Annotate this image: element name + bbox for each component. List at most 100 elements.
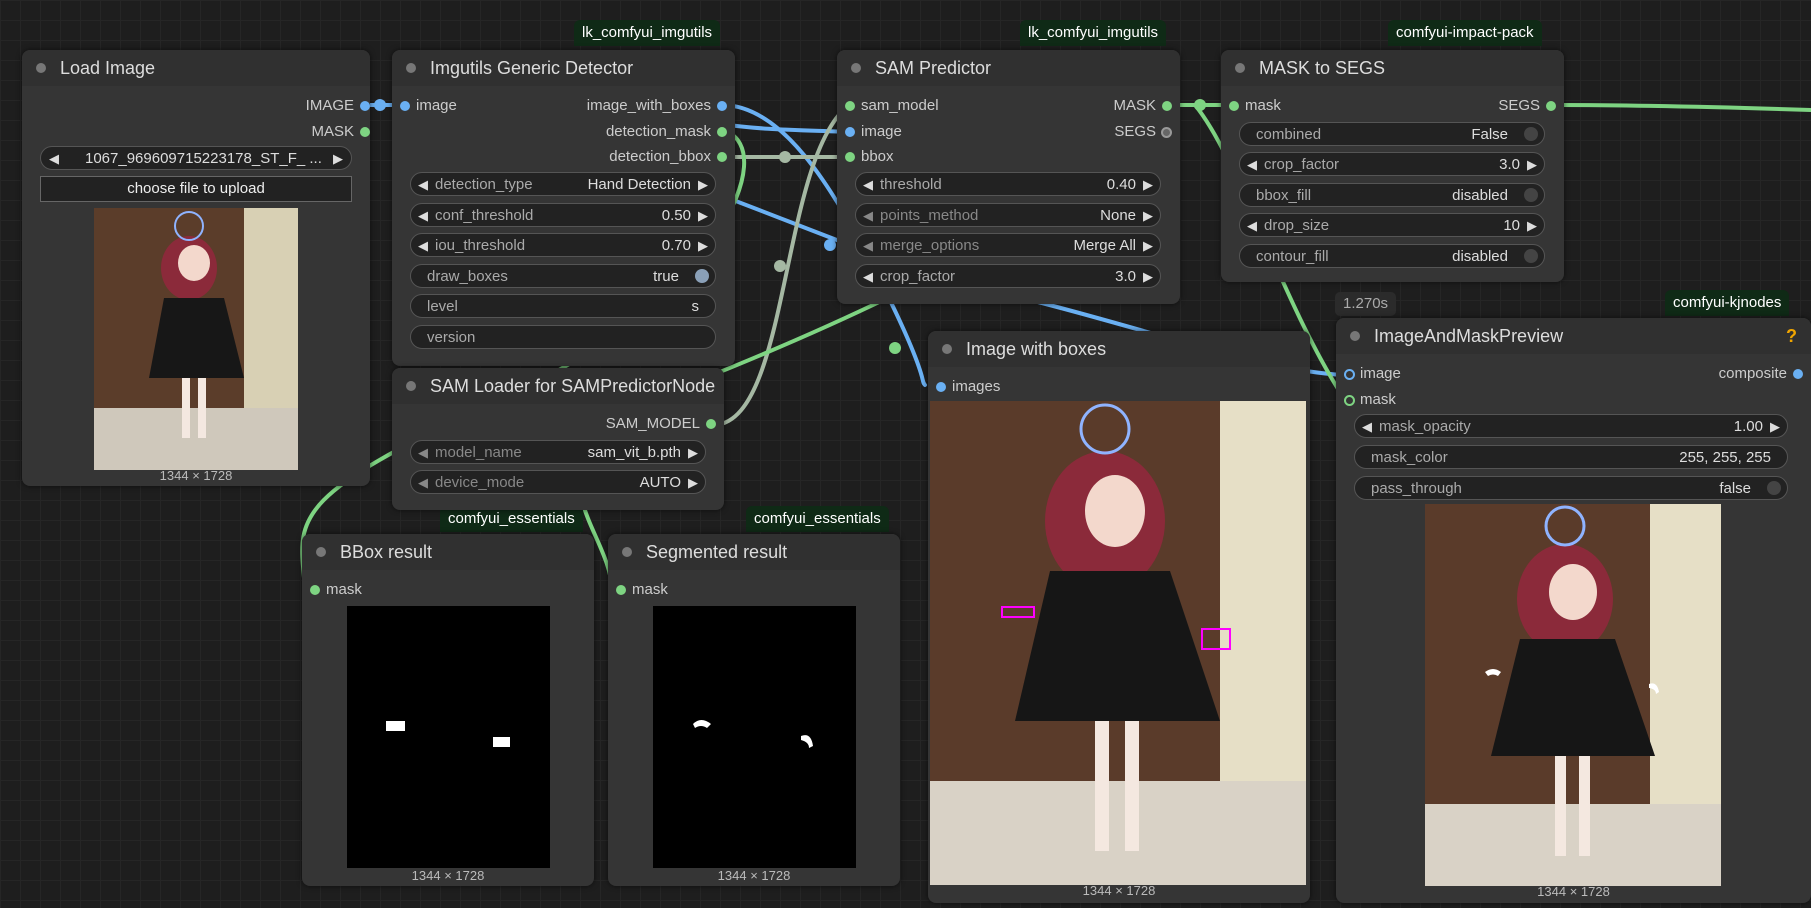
- node-title[interactable]: Segmented result: [608, 534, 900, 570]
- arrow-left-icon[interactable]: ◀: [1247, 153, 1257, 177]
- collapse-dot-icon[interactable]: [36, 63, 46, 73]
- bbox-fill-toggle[interactable]: bbox_fill disabled: [1239, 183, 1545, 207]
- port-dot-icon[interactable]: [1344, 369, 1355, 380]
- image-with-boxes-node[interactable]: Image with boxes images 1344 × 1728: [928, 331, 1310, 903]
- port-dot-icon[interactable]: [1546, 101, 1556, 111]
- arrow-right-icon[interactable]: ▶: [698, 234, 708, 258]
- port-dot-icon[interactable]: [360, 101, 370, 111]
- load-image-node[interactable]: Load Image IMAGE MASK ◀ 1067_96960971522…: [22, 50, 370, 486]
- help-icon[interactable]: ?: [1786, 318, 1797, 354]
- threshold-number[interactable]: ◀ threshold 0.40 ▶: [855, 172, 1161, 196]
- toggle-knob-icon[interactable]: [1767, 481, 1781, 495]
- arrow-right-icon[interactable]: ▶: [698, 173, 708, 197]
- arrow-left-icon[interactable]: ◀: [418, 204, 428, 228]
- port-dot-icon[interactable]: [1793, 369, 1803, 379]
- collapse-dot-icon[interactable]: [316, 547, 326, 557]
- arrow-right-icon[interactable]: ▶: [1143, 204, 1153, 228]
- sam-predictor-node[interactable]: SAM Predictor sam_model image bbox MASK …: [837, 50, 1180, 304]
- port-dot-icon[interactable]: [717, 152, 727, 162]
- port-dot-icon[interactable]: [1161, 127, 1172, 138]
- draw-boxes-toggle[interactable]: draw_boxes true: [410, 264, 716, 288]
- port-dot-icon[interactable]: [360, 127, 370, 137]
- level-text[interactable]: level s: [410, 294, 716, 318]
- output-segs[interactable]: SEGS: [1420, 96, 1556, 116]
- arrow-right-icon[interactable]: ▶: [698, 204, 708, 228]
- port-dot-icon[interactable]: [706, 419, 716, 429]
- output-image-with-boxes[interactable]: image_with_boxes: [511, 96, 727, 116]
- arrow-left-icon[interactable]: ◀: [49, 147, 59, 171]
- arrow-left-icon[interactable]: ◀: [863, 234, 873, 258]
- output-sam-model[interactable]: SAM_MODEL: [500, 414, 716, 434]
- port-dot-icon[interactable]: [845, 101, 855, 111]
- segmented-result-node[interactable]: Segmented result mask 1344 × 1728: [608, 534, 900, 886]
- crop-factor-number[interactable]: ◀ crop_factor 3.0 ▶: [1239, 152, 1545, 176]
- arrow-right-icon[interactable]: ▶: [688, 471, 698, 495]
- collapse-dot-icon[interactable]: [1235, 63, 1245, 73]
- toggle-knob-icon[interactable]: [1524, 249, 1538, 263]
- iou-threshold-number[interactable]: ◀ iou_threshold 0.70 ▶: [410, 233, 716, 257]
- arrow-left-icon[interactable]: ◀: [418, 441, 428, 465]
- arrow-left-icon[interactable]: ◀: [863, 173, 873, 197]
- arrow-left-icon[interactable]: ◀: [863, 265, 873, 289]
- port-dot-icon[interactable]: [1162, 101, 1172, 111]
- model-name-combo[interactable]: ◀ model_name sam_vit_b.pth ▶: [410, 440, 706, 464]
- port-dot-icon[interactable]: [936, 382, 946, 392]
- node-title[interactable]: Image with boxes: [928, 331, 1310, 367]
- port-dot-icon[interactable]: [400, 101, 410, 111]
- collapse-dot-icon[interactable]: [406, 381, 416, 391]
- arrow-left-icon[interactable]: ◀: [418, 471, 428, 495]
- mask-opacity-number[interactable]: ◀ mask_opacity 1.00 ▶: [1354, 414, 1788, 438]
- arrow-left-icon[interactable]: ◀: [1247, 214, 1257, 238]
- output-composite[interactable]: composite: [1627, 364, 1803, 384]
- mask-to-segs-node[interactable]: MASK to SEGS mask SEGS combined False ◀ cr…: [1221, 50, 1564, 282]
- collapse-dot-icon[interactable]: [942, 344, 952, 354]
- pass-through-toggle[interactable]: pass_through false: [1354, 476, 1788, 500]
- combined-toggle[interactable]: combined False: [1239, 122, 1545, 146]
- arrow-right-icon[interactable]: ▶: [1770, 415, 1780, 439]
- node-title[interactable]: SAM Predictor: [837, 50, 1180, 86]
- collapse-dot-icon[interactable]: [851, 63, 861, 73]
- node-title[interactable]: Load Image: [22, 50, 370, 86]
- upload-button[interactable]: choose file to upload: [40, 176, 352, 202]
- mask-color-text[interactable]: mask_color 255, 255, 255: [1354, 445, 1788, 469]
- toggle-knob-icon[interactable]: [695, 269, 709, 283]
- input-mask[interactable]: mask: [616, 580, 668, 600]
- port-dot-icon[interactable]: [845, 152, 855, 162]
- input-image[interactable]: image: [1344, 364, 1401, 384]
- arrow-left-icon[interactable]: ◀: [418, 234, 428, 258]
- input-image[interactable]: image: [845, 122, 902, 142]
- collapse-dot-icon[interactable]: [406, 63, 416, 73]
- conf-threshold-number[interactable]: ◀ conf_threshold 0.50 ▶: [410, 203, 716, 227]
- arrow-right-icon[interactable]: ▶: [688, 441, 698, 465]
- contour-fill-toggle[interactable]: contour_fill disabled: [1239, 244, 1545, 268]
- output-image[interactable]: IMAGE: [204, 96, 370, 116]
- arrow-right-icon[interactable]: ▶: [1143, 234, 1153, 258]
- output-mask[interactable]: MASK: [204, 122, 370, 142]
- port-dot-icon[interactable]: [1229, 101, 1239, 111]
- input-mask[interactable]: mask: [310, 580, 362, 600]
- port-dot-icon[interactable]: [616, 585, 626, 595]
- arrow-left-icon[interactable]: ◀: [1362, 415, 1372, 439]
- node-title[interactable]: SAM Loader for SAMPredictorNode: [392, 368, 724, 404]
- drop-size-number[interactable]: ◀ drop_size 10 ▶: [1239, 213, 1545, 237]
- arrow-right-icon[interactable]: ▶: [333, 147, 343, 171]
- output-detection-mask[interactable]: detection_mask: [511, 122, 727, 142]
- merge-options-combo[interactable]: ◀ merge_options Merge All ▶: [855, 233, 1161, 257]
- node-title[interactable]: BBox result: [302, 534, 594, 570]
- device-mode-combo[interactable]: ◀ device_mode AUTO ▶: [410, 470, 706, 494]
- collapse-dot-icon[interactable]: [622, 547, 632, 557]
- port-dot-icon[interactable]: [310, 585, 320, 595]
- port-dot-icon[interactable]: [717, 127, 727, 137]
- node-title[interactable]: ImageAndMaskPreview ?: [1336, 318, 1811, 354]
- arrow-right-icon[interactable]: ▶: [1527, 153, 1537, 177]
- output-segs[interactable]: SEGS: [1036, 122, 1172, 142]
- node-title[interactable]: MASK to SEGS: [1221, 50, 1564, 86]
- toggle-knob-icon[interactable]: [1524, 188, 1538, 202]
- generic-detector-node[interactable]: Imgutils Generic Detector image image_wi…: [392, 50, 735, 366]
- input-bbox[interactable]: bbox: [845, 147, 894, 167]
- collapse-dot-icon[interactable]: [1350, 331, 1360, 341]
- port-dot-icon[interactable]: [845, 127, 855, 137]
- version-text[interactable]: version: [410, 325, 716, 349]
- arrow-left-icon[interactable]: ◀: [863, 204, 873, 228]
- input-image[interactable]: image: [400, 96, 457, 116]
